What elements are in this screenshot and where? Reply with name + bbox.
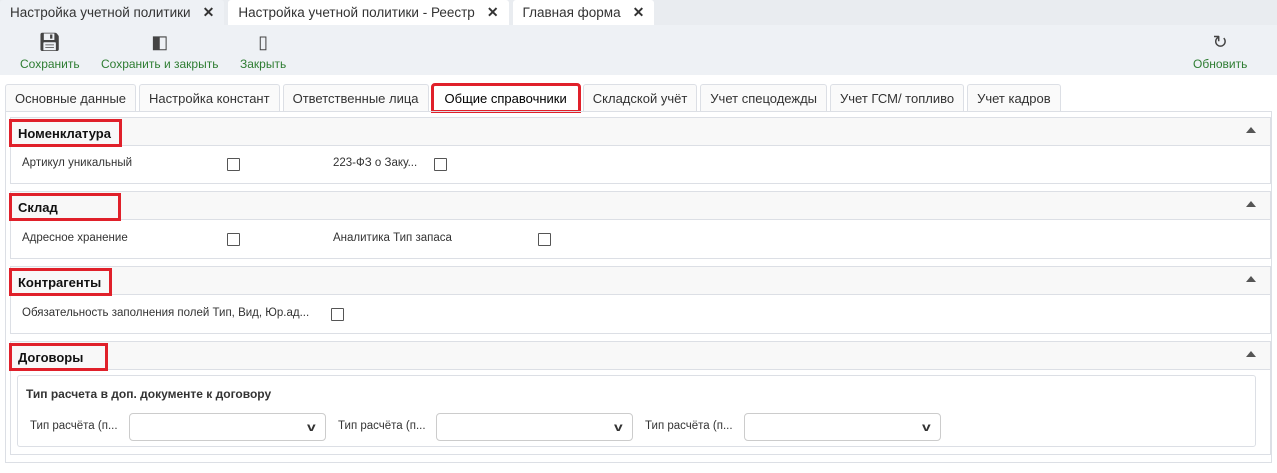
save-close-button[interactable]: ◧ Сохранить и закрыть: [101, 31, 218, 71]
save-close-icon: ◧: [151, 32, 169, 52]
section-header[interactable]: Контрагенты: [9, 267, 1270, 296]
chevron-down-icon: v: [614, 420, 624, 434]
close-icon[interactable]: ✕: [633, 4, 645, 21]
doc-tab-registry[interactable]: Настройка учетной политики - Реестр ✕: [228, 0, 509, 25]
refresh-label: Обновить: [1193, 57, 1248, 71]
save-button[interactable]: 💾︎ Сохранить: [20, 31, 80, 71]
doc-tab-main[interactable]: Главная форма ✕: [512, 0, 655, 25]
field-label: Аналитика Тип запаса: [333, 232, 452, 244]
door-icon: ▯: [258, 32, 269, 52]
payment-type-select-3[interactable]: v: [744, 413, 941, 441]
collapse-icon[interactable]: [1246, 351, 1256, 357]
close-icon[interactable]: ✕: [203, 4, 215, 21]
section-title: Договоры: [9, 343, 109, 371]
tab-fuel[interactable]: Учет ГСМ/ топливо: [830, 84, 965, 112]
section-nomenclature: Номенклатура Артикул уникальный 223-ФЗ о…: [9, 117, 1271, 184]
field-label: Адресное хранение: [22, 232, 128, 244]
field-label: Обязательность заполнения полей Тип, Вид…: [22, 307, 310, 319]
section-header[interactable]: Склад: [9, 192, 1270, 221]
field-label: Тип расчёта (п...: [30, 420, 118, 432]
doc-tab-label: Главная форма: [522, 5, 621, 20]
tab-workwear[interactable]: Учет спецодежды: [700, 84, 828, 112]
document-tabs: Настройка учетной политики ✕ Настройка уч…: [0, 0, 1277, 25]
payment-type-select-1[interactable]: v: [129, 413, 326, 441]
close-label: Закрыть: [240, 57, 287, 71]
unique-article-checkbox[interactable]: [227, 158, 240, 171]
doc-tab-label: Настройка учетной политики: [10, 5, 191, 20]
tab-main-data[interactable]: Основные данные: [5, 84, 137, 112]
tab-responsible[interactable]: Ответственные лица: [282, 84, 429, 112]
address-storage-checkbox[interactable]: [227, 233, 240, 246]
tab-warehouse[interactable]: Складской учёт: [582, 84, 698, 112]
tab-constants[interactable]: Настройка констант: [139, 84, 280, 112]
field-label: 223-ФЗ о Заку...: [333, 157, 418, 169]
chevron-down-icon: v: [922, 420, 932, 434]
stock-type-checkbox[interactable]: [538, 233, 551, 246]
doc-tab-policy[interactable]: Настройка учетной политики ✕: [0, 0, 225, 25]
section-header[interactable]: Номенклатура: [9, 118, 1270, 147]
refresh-button[interactable]: ↻ Обновить: [1193, 31, 1247, 71]
field-label: Тип расчёта (п...: [645, 420, 733, 432]
fz223-checkbox[interactable]: [434, 158, 447, 171]
save-label: Сохранить: [20, 57, 80, 71]
section-title: Контрагенты: [9, 268, 113, 296]
payment-type-select-2[interactable]: v: [436, 413, 633, 441]
save-close-label: Сохранить и закрыть: [101, 57, 219, 71]
close-button[interactable]: ▯ Закрыть: [240, 31, 286, 71]
section-title: Номенклатура: [9, 119, 122, 147]
close-icon[interactable]: ✕: [487, 4, 499, 21]
section-contracts: Договоры Тип расчета в доп. документе к …: [9, 341, 1271, 455]
section-title: Склад: [9, 193, 121, 221]
collapse-icon[interactable]: [1246, 201, 1256, 207]
section-contractors: Контрагенты Обязательность заполнения по…: [9, 266, 1271, 334]
payment-type-group: Тип расчета в доп. документе к договору …: [17, 375, 1256, 447]
group-title: Тип расчета в доп. документе к договору: [26, 387, 272, 401]
toolbar: 💾︎ Сохранить ◧ Сохранить и закрыть ▯ Закрыт…: [0, 25, 1277, 75]
collapse-icon[interactable]: [1246, 276, 1256, 282]
tab-hr[interactable]: Учет кадров: [967, 84, 1061, 112]
chevron-down-icon: v: [307, 420, 317, 434]
section-header[interactable]: Договоры: [9, 342, 1270, 371]
doc-tab-label: Настройка учетной политики - Реестр: [238, 5, 475, 20]
form-tabs: Основные данные Настройка констант Ответ…: [5, 83, 1064, 113]
refresh-icon: ↻: [1212, 32, 1228, 52]
floppy-icon: 💾︎: [38, 32, 62, 52]
collapse-icon[interactable]: [1246, 127, 1256, 133]
field-label: Артикул уникальный: [22, 157, 133, 169]
field-label: Тип расчёта (п...: [338, 420, 426, 432]
section-warehouse: Склад Адресное хранение Аналитика Тип за…: [9, 191, 1271, 259]
required-fields-checkbox[interactable]: [331, 308, 344, 321]
tab-common-refs[interactable]: Общие справочники: [430, 83, 581, 113]
